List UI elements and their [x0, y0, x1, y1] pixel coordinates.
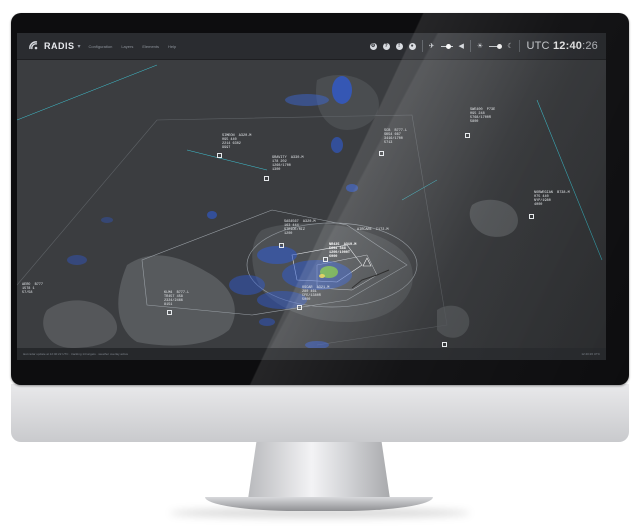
aircraft-target[interactable]	[264, 176, 269, 181]
flight-label[interactable]: AERO B777 1578 1 57/58	[22, 283, 43, 295]
menu-item-configuration[interactable]: Configuration	[89, 44, 113, 49]
flight-label[interactable]: SIMEON A320-M 095 440 2214 6302 9997	[222, 134, 251, 150]
flight-label[interactable]: SAS4567 A320-M 163 444 STRIDE/RIZ 1200	[284, 220, 316, 236]
help-icon[interactable]: ?	[382, 42, 390, 50]
flight-label[interactable]: NORWEGIAN B738-M 075 440 NYP/1980 4000	[534, 191, 570, 207]
aircraft-target[interactable]	[217, 153, 222, 158]
aircraft-target[interactable]	[167, 310, 172, 315]
status-bar: last radar update at 12:40:22 UTC · trac…	[17, 348, 606, 360]
alert-icon[interactable]: !	[395, 42, 403, 50]
radar-logo-icon	[29, 41, 38, 50]
monitor-chin	[11, 384, 629, 442]
status-text: last radar update at 12:40:22 UTC · trac…	[23, 352, 129, 356]
monitor-stand	[248, 441, 390, 499]
volume-icon[interactable]: ◀	[459, 42, 464, 50]
main-menu: Configuration Layers Elements Help	[89, 44, 177, 49]
aircraft-target[interactable]	[279, 243, 284, 248]
aircraft-target[interactable]	[465, 133, 470, 138]
status-time: 12:40:26 UTC	[581, 352, 600, 356]
menu-item-help[interactable]: Help	[168, 44, 176, 49]
settings-icon[interactable]: ⚙	[369, 42, 377, 50]
theme-slider[interactable]	[489, 43, 503, 49]
toolbar-right: ⚙ ? ! ● ✈ ◀ ☀ ☾ UTC 12:40:26	[369, 33, 598, 59]
aircraft-target[interactable]	[442, 342, 447, 347]
flight-label-selected[interactable]: NR435 A319-M 5854 388 1200/1900T 6000	[329, 243, 356, 259]
top-bar: RADIS ▾ Configuration Layers Elements He…	[17, 33, 606, 60]
aircraft-target[interactable]	[379, 151, 384, 156]
flight-label[interactable]: SCB B777-L SK54 667 3416/1700 5713	[384, 129, 407, 145]
menu-item-layers[interactable]: Layers	[121, 44, 133, 49]
moon-icon[interactable]: ☾	[507, 42, 513, 50]
flight-label[interactable]: KLM4 B777-L TR457 458 2324/2466 8151	[164, 291, 189, 307]
aircraft-target[interactable]	[297, 305, 302, 310]
flight-label[interactable]: SWE400 P73E 095 248 5768/1700R 5800	[470, 108, 495, 124]
aircraft-target[interactable]	[323, 257, 328, 262]
aircraft-target[interactable]	[529, 214, 534, 219]
sun-icon: ☀	[476, 43, 484, 50]
utc-clock: UTC 12:40:26	[526, 40, 598, 52]
app-screen: RADIS ▾ Configuration Layers Elements He…	[17, 33, 606, 360]
toolbar-divider	[421, 40, 423, 52]
flight-label[interactable]: OSCAR A321-M 280 461 CFE/1380R 5000	[302, 286, 329, 302]
flight-label[interactable]: GRAVITY A330-M 178 202 1260/1700 1300	[272, 156, 304, 172]
plane-icon: ✈	[428, 43, 435, 50]
app-name[interactable]: RADIS	[44, 41, 75, 51]
menu-item-elements[interactable]: Elements	[142, 44, 159, 49]
flight-label[interactable]: AIRCARE C172-M	[357, 228, 389, 232]
imac-monitor: RADIS ▾ Configuration Layers Elements He…	[0, 0, 638, 526]
radar-map[interactable]	[17, 60, 606, 348]
brightness-slider[interactable]	[440, 43, 453, 49]
app-menu-chevron-icon[interactable]: ▾	[78, 43, 81, 50]
toolbar-divider	[519, 40, 521, 52]
gear-icon[interactable]: ●	[408, 42, 416, 50]
toolbar-divider	[469, 40, 471, 52]
